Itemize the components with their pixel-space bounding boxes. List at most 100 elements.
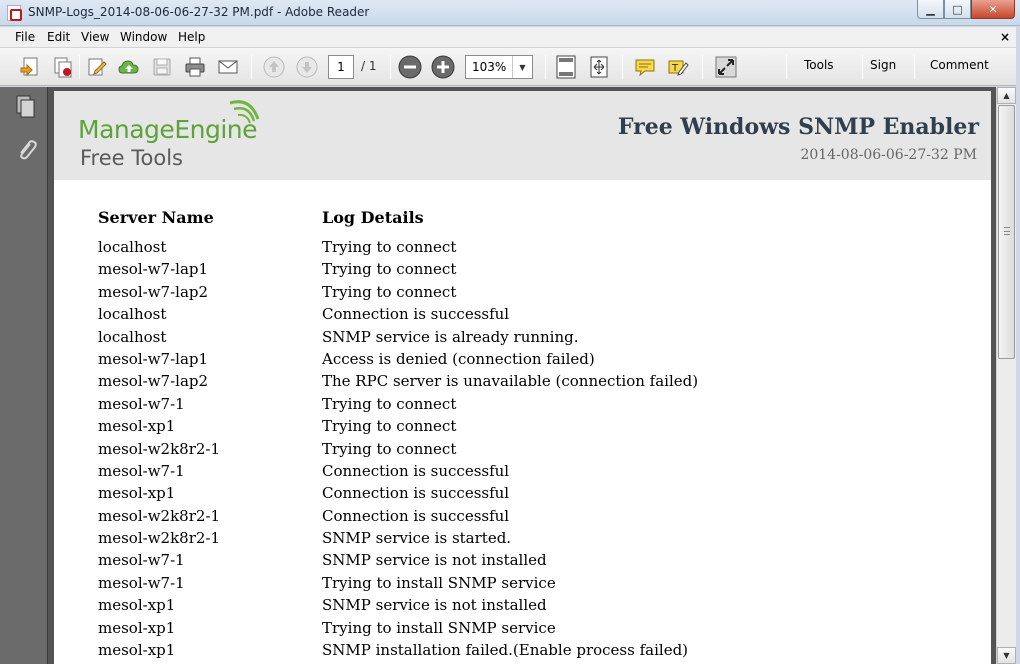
report-banner: ManageEngine Free Tools Free Windows SNM…	[54, 91, 991, 180]
server-name-cell: mesol-w7-1	[98, 573, 185, 592]
log-details-cell: SNMP service is started.	[322, 529, 512, 548]
fit-width-icon[interactable]	[587, 55, 611, 79]
server-name-cell: mesol-w7-lap2	[98, 372, 209, 391]
scroll-down-icon[interactable]: ▼	[997, 647, 1016, 664]
maximize-icon: □	[952, 2, 963, 16]
log-details-cell: Trying to connect	[322, 439, 457, 458]
menu-bar: File Edit View Window Help ×	[0, 27, 1020, 48]
scroll-up-icon[interactable]: ▲	[997, 87, 1016, 104]
toolbar-divider	[390, 55, 391, 79]
minimize-button[interactable]: ▁	[917, 0, 944, 19]
server-name-cell: mesol-w7-1	[98, 461, 185, 480]
create-pdf-icon[interactable]	[18, 55, 42, 79]
column-header-log-details: Log Details	[322, 208, 424, 227]
server-name-cell: mesol-w7-lap2	[98, 282, 209, 301]
toolbar-divider	[862, 55, 863, 79]
log-details-cell: Trying to connect	[322, 260, 457, 279]
server-name-cell: localhost	[98, 238, 167, 256]
report-date: 2014-08-06-06-27-32 PM	[800, 147, 977, 163]
zoom-out-icon[interactable]	[398, 55, 422, 79]
log-details-cell: Trying to connect	[322, 282, 457, 301]
log-details-cell: Trying to connect	[322, 238, 457, 256]
logo-subtitle: Free Tools	[80, 146, 183, 170]
full-screen-icon[interactable]	[714, 55, 738, 79]
toolbar-divider	[545, 55, 546, 79]
server-name-cell: mesol-xp1	[98, 417, 176, 436]
log-details-cell: SNMP installation failed.(Enable process…	[322, 641, 689, 660]
server-name-cell: mesol-xp1	[98, 484, 176, 503]
sign-link[interactable]: Sign	[870, 58, 896, 72]
grip-icon	[1004, 227, 1010, 235]
zoom-value: 103%	[472, 60, 507, 74]
server-name-cell: localhost	[98, 305, 167, 324]
log-details-cell: SNMP service is not installed	[322, 551, 547, 570]
window-title: SNMP-Logs_2014-08-06-06-27-32 PM.pdf - A…	[28, 5, 370, 19]
log-details-cell: Trying to connect	[322, 394, 457, 413]
report-title: Free Windows SNMP Enabler	[617, 114, 979, 140]
comment-link[interactable]: Comment	[930, 58, 989, 72]
log-details-cell: Trying to install SNMP service	[322, 618, 556, 637]
toolbar-divider	[79, 55, 80, 79]
close-button[interactable]: ✕	[971, 0, 1015, 19]
zoom-select[interactable]: 103% ▼	[465, 55, 533, 79]
fit-page-icon[interactable]	[554, 55, 578, 79]
page-number-input[interactable]: 1	[328, 55, 354, 79]
save-icon[interactable]	[150, 55, 174, 79]
minimize-icon: ▁	[926, 2, 935, 16]
pdf-page: ManageEngine Free Tools Free Windows SNM…	[54, 91, 991, 664]
previous-page-icon[interactable]	[262, 55, 286, 79]
menu-edit[interactable]: Edit	[47, 30, 70, 44]
server-name-cell: mesol-w2k8r2-1	[98, 439, 221, 458]
server-name-cell: mesol-w7-lap1	[98, 260, 209, 279]
navigation-pane	[0, 87, 48, 664]
print-icon[interactable]	[183, 55, 207, 79]
highlight-text-icon[interactable]: T	[666, 55, 690, 79]
zoom-in-icon[interactable]	[431, 55, 455, 79]
logo-arc-icon	[229, 100, 260, 124]
close-icon: ✕	[988, 2, 998, 16]
tools-link[interactable]: Tools	[804, 58, 834, 72]
maximize-button[interactable]: □	[944, 0, 971, 19]
menu-help[interactable]: Help	[178, 30, 205, 44]
log-details-cell: SNMP service is already running.	[322, 327, 579, 346]
log-details-cell: Trying to install SNMP service	[322, 573, 556, 592]
adobe-reader-icon	[7, 5, 22, 21]
column-header-server-name: Server Name	[98, 208, 214, 227]
server-name-cell: mesol-xp1	[98, 641, 176, 660]
title-bar: SNMP-Logs_2014-08-06-06-27-32 PM.pdf - A…	[0, 0, 1020, 26]
next-page-icon[interactable]	[295, 55, 319, 79]
server-name-cell: mesol-xp1	[98, 596, 176, 615]
server-name-cell: localhost	[98, 327, 167, 346]
server-name-cell: mesol-xp1	[98, 618, 176, 637]
log-details-cell: Connection is successful	[322, 484, 510, 503]
log-details-cell: Access is denied (connection failed)	[322, 349, 595, 368]
page-total: / 1	[361, 59, 377, 73]
menu-view[interactable]: View	[81, 30, 109, 44]
attachments-icon[interactable]	[15, 139, 37, 163]
scrollbar-thumb[interactable]	[998, 105, 1015, 359]
log-details-cell: The RPC server is unavailable (connectio…	[322, 372, 699, 391]
toolbar-divider	[914, 55, 915, 79]
chevron-down-icon[interactable]: ▼	[512, 56, 532, 78]
window-border	[1016, 26, 1020, 664]
server-name-cell: mesol-w7-1	[98, 551, 185, 570]
menu-window[interactable]: Window	[120, 30, 167, 44]
toolbar-divider	[702, 55, 703, 79]
combine-files-icon[interactable]	[51, 55, 75, 79]
log-details-cell: Trying to connect	[322, 417, 457, 436]
server-name-cell: mesol-w2k8r2-1	[98, 529, 221, 548]
page-thumbnails-icon[interactable]	[15, 95, 37, 119]
edit-pdf-icon[interactable]	[85, 55, 109, 79]
email-icon[interactable]	[216, 55, 240, 79]
window-controls: ▁ □ ✕	[917, 0, 1015, 20]
vertical-scrollbar[interactable]: ▲ ▼	[996, 87, 1016, 664]
toolbar-divider	[622, 55, 623, 79]
close-document-button[interactable]: ×	[1000, 30, 1010, 44]
sticky-note-icon[interactable]	[633, 55, 657, 79]
menu-file[interactable]: File	[15, 30, 35, 44]
server-name-cell: mesol-w2k8r2-1	[98, 506, 221, 525]
log-details-cell: Connection is successful	[322, 461, 510, 480]
log-details-cell: SNMP service is not installed	[322, 596, 547, 615]
upload-icon[interactable]	[117, 55, 141, 79]
svg-text:T: T	[671, 63, 679, 74]
